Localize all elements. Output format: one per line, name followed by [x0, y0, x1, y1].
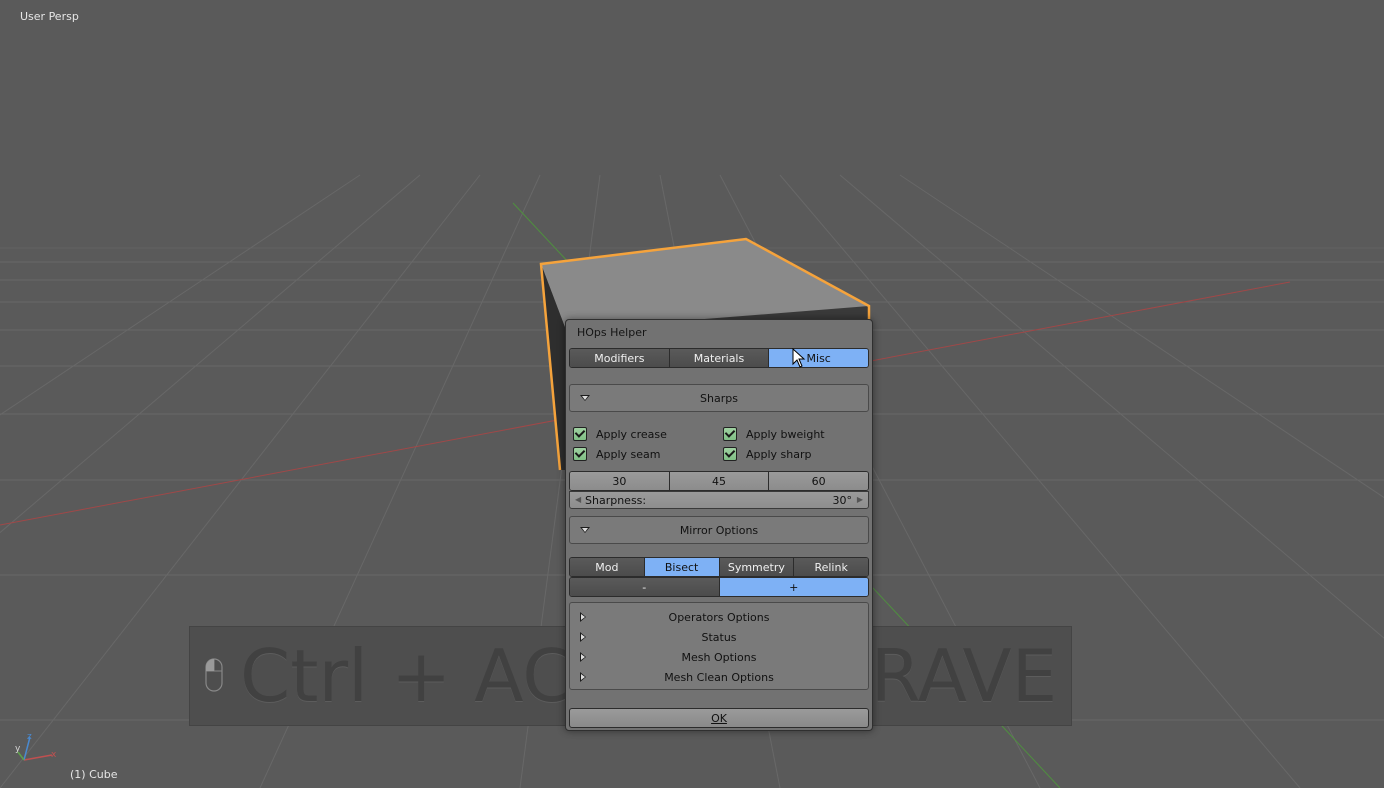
tab-bar: Modifiers Materials Misc [569, 348, 869, 368]
sharps-panel-header[interactable]: Sharps [569, 384, 869, 412]
mirror-bisect-button[interactable]: Bisect [643, 558, 719, 576]
active-object-label: (1) Cube [70, 768, 118, 781]
hops-helper-dialog[interactable]: HOps Helper Modifiers Materials Misc Sha… [565, 319, 873, 731]
checkbox-label: Apply bweight [746, 427, 825, 441]
panel-title: Mesh Options [681, 650, 757, 664]
panel-title: Operators Options [668, 610, 770, 624]
apply-bweight-checkbox[interactable]: Apply bweight [723, 427, 825, 441]
checkbox-checked-icon [723, 427, 737, 441]
mouse-icon [205, 658, 223, 692]
x-axis-label: x [51, 750, 57, 760]
apply-seam-checkbox[interactable]: Apply seam [573, 447, 661, 461]
mirror-relink-button[interactable]: Relink [793, 558, 868, 576]
z-axis-label: z [27, 732, 32, 742]
mirror-mode-selector: Mod Bisect Symmetry Relink [569, 557, 869, 577]
preset-45-button[interactable]: 45 [668, 472, 769, 490]
ok-button[interactable]: OK [569, 708, 869, 728]
mirror-mod-button[interactable]: Mod [570, 558, 644, 576]
preset-60-button[interactable]: 60 [768, 472, 868, 490]
mirror-direction-selector: - + [569, 577, 869, 597]
collapse-triangle-icon [580, 395, 590, 401]
apply-crease-checkbox[interactable]: Apply crease [573, 427, 667, 441]
increment-arrow-icon[interactable]: ▶ [857, 495, 863, 504]
mirror-panel-title: Mirror Options [679, 523, 759, 537]
expand-triangle-icon [580, 632, 586, 642]
dialog-title: HOps Helper [577, 326, 647, 339]
collapse-triangle-icon [580, 527, 590, 533]
collapsed-panels: Operators Options Status Mesh Options Me… [569, 602, 869, 690]
decrement-arrow-icon[interactable]: ◀ [575, 495, 581, 504]
tab-materials[interactable]: Materials [668, 349, 769, 367]
expand-triangle-icon [580, 652, 586, 662]
preset-30-button[interactable]: 30 [570, 472, 669, 490]
mesh-clean-options-panel[interactable]: Mesh Clean Options [570, 667, 868, 687]
checkbox-label: Apply sharp [746, 447, 812, 461]
sharpness-presets: 30 45 60 [569, 471, 869, 491]
checkbox-checked-icon [723, 447, 737, 461]
sharpness-label: Sharpness: [585, 494, 647, 507]
checkbox-checked-icon [573, 447, 587, 461]
expand-triangle-icon [580, 612, 586, 622]
tab-misc[interactable]: Misc [768, 349, 868, 367]
sharpness-slider[interactable]: ◀ Sharpness: 30° ▶ [569, 491, 869, 509]
axis-gizmo: x z y [15, 732, 57, 761]
operators-options-panel[interactable]: Operators Options [570, 607, 868, 627]
panel-title: Mesh Clean Options [664, 670, 774, 684]
mirror-negative-button[interactable]: - [570, 578, 719, 596]
sharpness-value: 30° [832, 494, 853, 507]
checkbox-label: Apply crease [596, 427, 667, 441]
status-panel[interactable]: Status [570, 627, 868, 647]
panel-title: Status [701, 630, 737, 644]
checkbox-checked-icon [573, 427, 587, 441]
apply-sharp-checkbox[interactable]: Apply sharp [723, 447, 812, 461]
expand-triangle-icon [580, 672, 586, 682]
tab-modifiers[interactable]: Modifiers [570, 349, 669, 367]
mirror-positive-button[interactable]: + [718, 578, 868, 596]
checkbox-label: Apply seam [596, 447, 661, 461]
view-label: User Persp [20, 10, 79, 23]
mesh-options-panel[interactable]: Mesh Options [570, 647, 868, 667]
mirror-options-panel-header[interactable]: Mirror Options [569, 516, 869, 544]
y-axis-label: y [15, 744, 21, 754]
sharps-panel-title: Sharps [700, 391, 738, 405]
mouse-cursor-icon [792, 348, 806, 368]
mirror-symmetry-button[interactable]: Symmetry [718, 558, 794, 576]
